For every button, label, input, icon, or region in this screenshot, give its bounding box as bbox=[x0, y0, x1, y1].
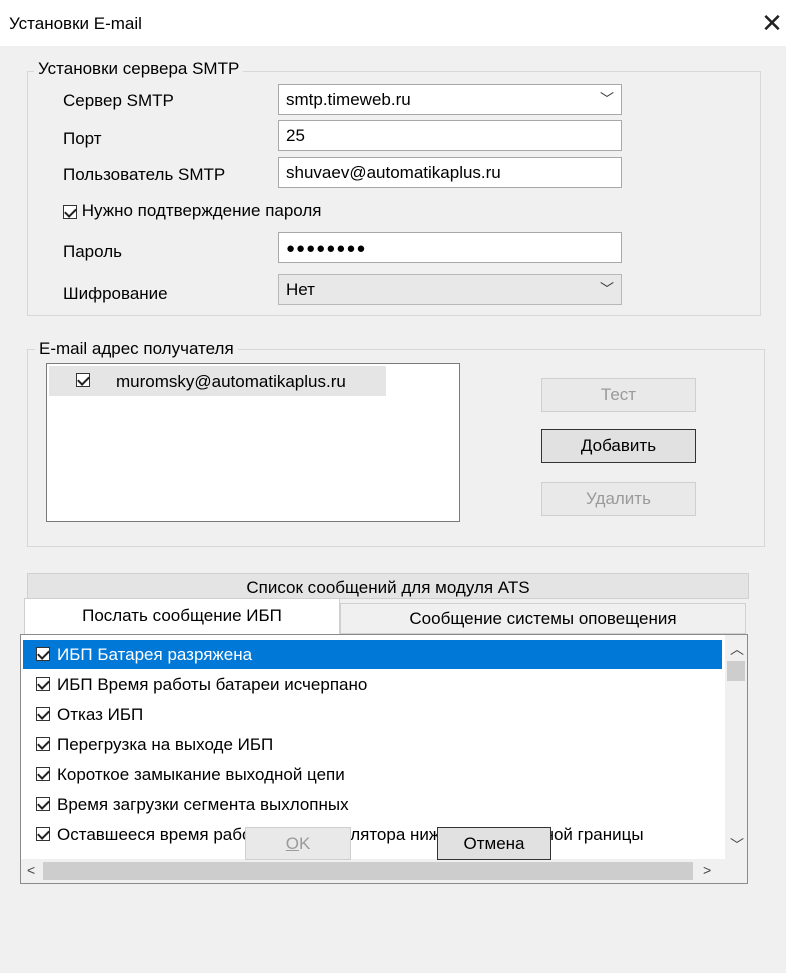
checkbox-checked-icon bbox=[76, 373, 90, 387]
message-label: Время загрузки сегмента выхлопных bbox=[57, 795, 349, 814]
scroll-left-icon[interactable]: < bbox=[27, 862, 35, 878]
horizontal-scrollbar[interactable]: < > bbox=[21, 859, 747, 883]
list-item[interactable]: Перегрузка на выходе ИБП bbox=[23, 730, 722, 759]
checkbox-checked-icon[interactable] bbox=[36, 797, 50, 812]
email-settings-dialog: Установки E-mail ✕ Установки сервера SMT… bbox=[0, 0, 786, 973]
message-label: Отказ ИБП bbox=[57, 705, 144, 724]
smtp-server-label: Сервер SMTP bbox=[63, 91, 174, 110]
tab-notification-messages-label: Сообщение системы оповещения bbox=[409, 609, 677, 628]
checkbox-checked-icon bbox=[63, 204, 77, 219]
message-label: Перегрузка на выходе ИБП bbox=[57, 735, 274, 754]
message-label: ИБП Батарея разряжена bbox=[57, 645, 253, 664]
test-button[interactable]: Тест bbox=[541, 378, 696, 412]
port-label: Порт bbox=[63, 129, 102, 148]
list-item[interactable]: Короткое замыкание выходной цепи bbox=[23, 760, 722, 789]
scroll-up-icon[interactable]: ︿ bbox=[730, 639, 744, 659]
list-item[interactable]: Время загрузки сегмента выхлопных bbox=[23, 790, 722, 819]
smtp-user-value: shuvaev@automatikaplus.ru bbox=[286, 163, 501, 182]
recipient-address: muromsky@automatikaplus.ru bbox=[116, 372, 346, 391]
close-icon[interactable]: ✕ bbox=[758, 6, 786, 40]
list-item[interactable]: Оставшееся время работы от аккумулятора … bbox=[23, 820, 722, 849]
scroll-thumb[interactable] bbox=[43, 862, 693, 880]
checkbox-checked-icon[interactable] bbox=[36, 647, 50, 662]
smtp-server-value: smtp.timeweb.ru bbox=[286, 90, 411, 109]
ok-button[interactable]: OK bbox=[245, 827, 351, 860]
port-value: 25 bbox=[286, 126, 305, 145]
password-input[interactable]: ●●●●●●●● bbox=[278, 232, 622, 263]
tab-ups-messages-label: Послать сообщение ИБП bbox=[82, 606, 282, 625]
checkbox-checked-icon[interactable] bbox=[36, 827, 50, 842]
smtp-group-label: Установки сервера SMTP bbox=[34, 59, 244, 79]
scroll-thumb[interactable] bbox=[727, 661, 745, 681]
window-title: Установки E-mail bbox=[9, 14, 142, 33]
list-item[interactable]: Отказ ИБП bbox=[23, 700, 722, 729]
password-label: Пароль bbox=[63, 242, 122, 261]
scroll-down-icon[interactable]: ﹀ bbox=[730, 835, 744, 855]
chevron-down-icon: ﹀ bbox=[600, 91, 614, 107]
confirm-password-label: Нужно подтверждение пароля bbox=[81, 201, 322, 220]
scroll-right-icon[interactable]: > bbox=[703, 862, 711, 878]
chevron-down-icon: ﹀ bbox=[600, 281, 614, 297]
delete-button[interactable]: Удалить bbox=[541, 482, 696, 516]
list-item[interactable]: muromsky@automatikaplus.ru bbox=[49, 366, 386, 396]
checkbox-checked-icon[interactable] bbox=[36, 767, 50, 782]
ok-rest: K bbox=[298, 834, 311, 853]
title-bar: Установки E-mail ✕ bbox=[0, 0, 786, 46]
encryption-value: Нет bbox=[286, 280, 315, 299]
checkbox-checked-icon[interactable] bbox=[36, 677, 50, 692]
tab-ats-module[interactable]: Список сообщений для модуля ATS bbox=[27, 573, 749, 599]
message-label: ИБП Время работы батареи исчерпано bbox=[57, 675, 368, 694]
recipients-list[interactable]: muromsky@automatikaplus.ru bbox=[46, 363, 460, 522]
tab-notification-messages[interactable]: Сообщение системы оповещения bbox=[340, 603, 746, 634]
encryption-label: Шифрование bbox=[63, 284, 168, 303]
tab-ups-messages[interactable]: Послать сообщение ИБП bbox=[24, 598, 340, 636]
password-mask: ●●●●●●●● bbox=[286, 240, 367, 257]
cancel-button[interactable]: Отмена bbox=[437, 827, 551, 860]
list-item[interactable]: ИБП Батарея разряжена bbox=[23, 640, 722, 669]
tab-ats-module-label: Список сообщений для модуля ATS bbox=[246, 578, 530, 597]
checkbox-checked-icon[interactable] bbox=[36, 737, 50, 752]
ok-accel: O bbox=[285, 834, 299, 853]
add-button[interactable]: Добавить bbox=[541, 429, 696, 463]
message-label: Короткое замыкание выходной цепи bbox=[57, 765, 345, 784]
smtp-user-input[interactable]: shuvaev@automatikaplus.ru bbox=[278, 157, 622, 188]
encryption-combo[interactable]: Нет ﹀ bbox=[278, 274, 622, 305]
smtp-server-combo[interactable]: smtp.timeweb.ru ﹀ bbox=[278, 84, 622, 115]
list-item[interactable]: ИБП Время работы батареи исчерпано bbox=[23, 670, 722, 699]
checkbox-checked-icon[interactable] bbox=[36, 707, 50, 722]
port-input[interactable]: 25 bbox=[278, 120, 622, 151]
smtp-user-label: Пользователь SMTP bbox=[63, 165, 226, 184]
recipients-group-label: E-mail адрес получателя bbox=[35, 339, 238, 359]
vertical-scrollbar[interactable]: ︿ ﹀ bbox=[725, 635, 747, 859]
confirm-password-checkbox[interactable]: Нужно подтверждение пароля bbox=[63, 201, 322, 221]
message-list[interactable]: ИБП Батарея разряжена ИБП Время работы б… bbox=[20, 634, 748, 884]
